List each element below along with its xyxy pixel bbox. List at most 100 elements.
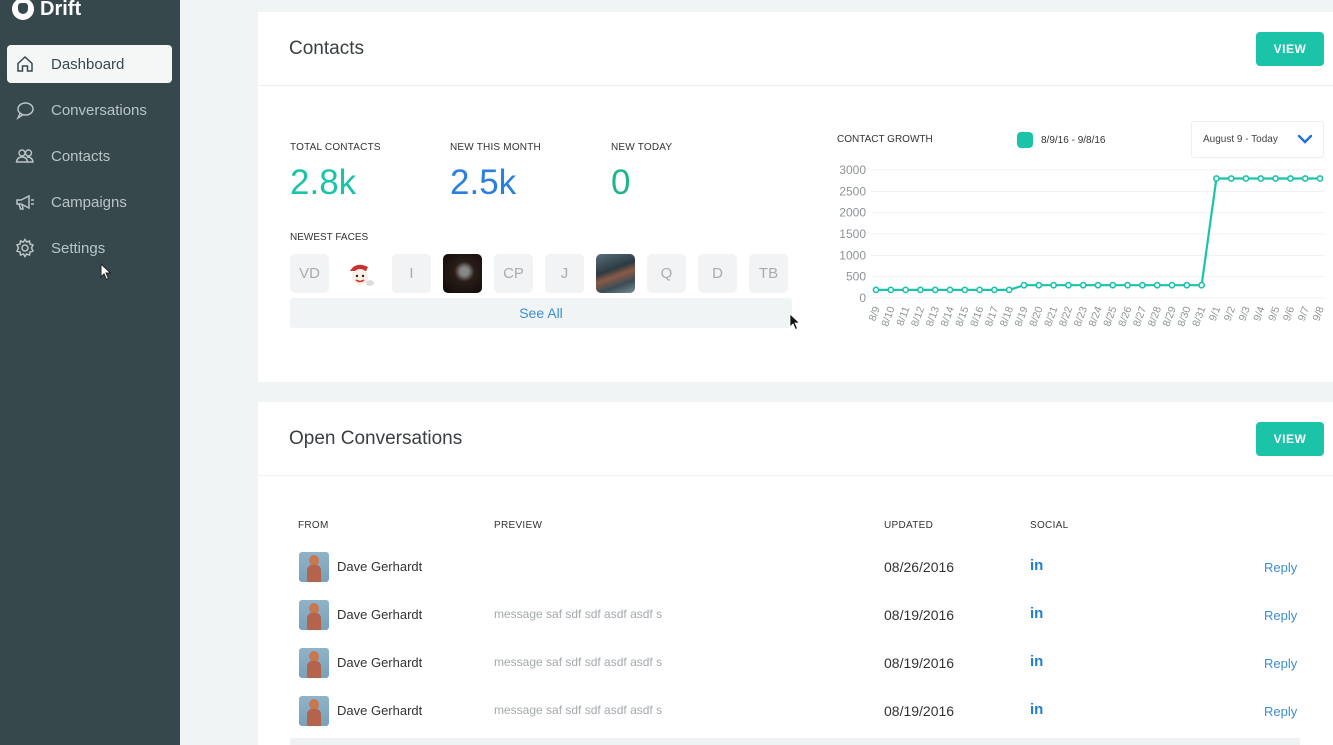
updated-date: 08/19/2016 (884, 655, 955, 671)
mouse-cursor-icon (100, 263, 112, 281)
column-header-from[interactable]: FROM (298, 520, 329, 531)
avatar (299, 648, 329, 678)
data-point (1094, 281, 1102, 289)
sidebar-item-conversations[interactable]: Conversations (7, 91, 172, 129)
megaphone-icon (15, 192, 35, 212)
contact-growth-chart: 0500100015002000250030008/98/108/118/128… (839, 163, 1327, 328)
data-point (961, 286, 969, 294)
linkedin-icon[interactable]: in (1030, 701, 1043, 718)
linkedin-icon[interactable]: in (1030, 653, 1043, 670)
x-tick-label: 9/1 (1207, 305, 1223, 323)
contact-face[interactable]: TB (749, 254, 788, 293)
data-point (1316, 175, 1324, 182)
gear-icon (15, 238, 35, 258)
y-tick-label: 2000 (839, 206, 866, 220)
newest-faces-label: NEWEST FACES (290, 232, 369, 243)
data-point (1020, 281, 1028, 289)
data-point (1138, 281, 1146, 289)
x-tick-label: 9/7 (1296, 305, 1312, 323)
open-conversations-card: Open Conversations VIEW FROM PREVIEW UPD… (258, 402, 1333, 745)
data-point (1212, 175, 1220, 182)
see-all-button[interactable]: See All (290, 298, 792, 328)
x-tick-label: 8/31 (1190, 305, 1208, 328)
contact-face-image[interactable] (443, 254, 482, 293)
avatar (299, 600, 329, 630)
from-name: Dave Gerhardt (337, 607, 423, 622)
date-range-select[interactable]: August 9 - Today (1191, 121, 1324, 158)
mouse-cursor-icon (789, 313, 801, 331)
data-point (917, 286, 924, 294)
table-row[interactable]: Dave Gerhardt message saf sdf sdf asdf a… (290, 644, 1300, 684)
reply-link[interactable]: Reply (1264, 608, 1297, 623)
contacts-card-header: Contacts VIEW (258, 12, 1333, 86)
contact-face[interactable]: Q (647, 254, 686, 293)
linkedin-icon[interactable]: in (1030, 605, 1043, 622)
stat-total-contacts: TOTAL CONTACTS 2.8k (290, 142, 381, 203)
data-point (1005, 286, 1013, 294)
data-point (931, 286, 939, 294)
view-conversations-button[interactable]: VIEW (1256, 422, 1324, 456)
data-point (1301, 175, 1309, 182)
contact-face[interactable]: VD (290, 254, 329, 293)
column-header-social[interactable]: SOCIAL (1030, 520, 1068, 531)
y-tick-label: 2500 (839, 184, 866, 198)
x-tick-label: 9/5 (1266, 305, 1282, 323)
card-title: Open Conversations (289, 428, 463, 449)
data-point (1227, 175, 1235, 182)
stat-label: NEW THIS MONTH (450, 142, 541, 153)
date-range-value: August 9 - Today (1203, 134, 1278, 145)
stat-value: 0 (611, 163, 631, 202)
from-name: Dave Gerhardt (337, 559, 423, 574)
table-row[interactable]: Dave Gerhardt 08/26/2016 in Reply (290, 548, 1300, 588)
contact-face[interactable]: I (392, 254, 431, 293)
contact-face-image[interactable] (341, 254, 380, 293)
contact-face-image[interactable] (596, 254, 635, 293)
from-name: Dave Gerhardt (337, 703, 423, 718)
view-contacts-button[interactable]: VIEW (1256, 32, 1324, 66)
conversations-card-header: Open Conversations VIEW (258, 402, 1333, 476)
column-header-preview[interactable]: PREVIEW (494, 520, 542, 531)
data-point (990, 286, 998, 294)
table-row[interactable]: Dave Gerhardt message saf sdf sdf asdf a… (290, 692, 1300, 732)
sidebar-item-contacts[interactable]: Contacts (7, 137, 172, 175)
stat-value: 2.8k (290, 163, 357, 202)
column-header-updated[interactable]: UPDATED (884, 520, 933, 531)
table-footer (290, 738, 1300, 745)
data-point (872, 286, 880, 294)
contact-face[interactable]: J (545, 254, 584, 293)
sidebar: Drift Dashboard Conversations Contacts C… (0, 0, 180, 745)
table-row[interactable]: Dave Gerhardt message saf sdf sdf asdf a… (290, 596, 1300, 636)
x-tick-label: 9/8 (1311, 305, 1327, 323)
drift-logo[interactable]: Drift (12, 0, 81, 22)
contact-growth-title: CONTACT GROWTH (837, 134, 933, 145)
reply-link[interactable]: Reply (1264, 560, 1297, 575)
avatar (299, 696, 329, 726)
users-icon (15, 146, 35, 166)
data-point (1064, 281, 1072, 289)
sidebar-item-settings[interactable]: Settings (7, 229, 172, 267)
data-point (1198, 281, 1205, 289)
updated-date: 08/26/2016 (884, 559, 955, 575)
sidebar-item-dashboard[interactable]: Dashboard (7, 45, 172, 83)
reply-link[interactable]: Reply (1264, 704, 1297, 719)
x-tick-label: 9/6 (1281, 305, 1297, 323)
message-preview: message saf sdf sdf asdf asdf s (494, 655, 663, 669)
reply-link[interactable]: Reply (1264, 656, 1297, 671)
data-point (946, 286, 954, 294)
sidebar-item-campaigns[interactable]: Campaigns (7, 183, 172, 221)
sidebar-item-label: Dashboard (51, 55, 125, 73)
data-point (1050, 281, 1057, 289)
stat-new-today: NEW TODAY 0 (611, 142, 672, 203)
contact-face[interactable]: D (698, 254, 737, 293)
contact-face[interactable]: CP (494, 254, 533, 293)
chevron-down-icon (1297, 134, 1313, 144)
data-point (1272, 175, 1279, 182)
data-point (1124, 281, 1131, 289)
data-point (1035, 281, 1043, 289)
x-tick-label: 8/10 (879, 305, 897, 328)
x-tick-label: 9/3 (1237, 305, 1253, 323)
home-icon (15, 54, 35, 74)
stat-new-this-month: NEW THIS MONTH 2.5k (450, 142, 541, 203)
linkedin-icon[interactable]: in (1030, 557, 1043, 574)
sidebar-item-label: Contacts (51, 147, 111, 165)
